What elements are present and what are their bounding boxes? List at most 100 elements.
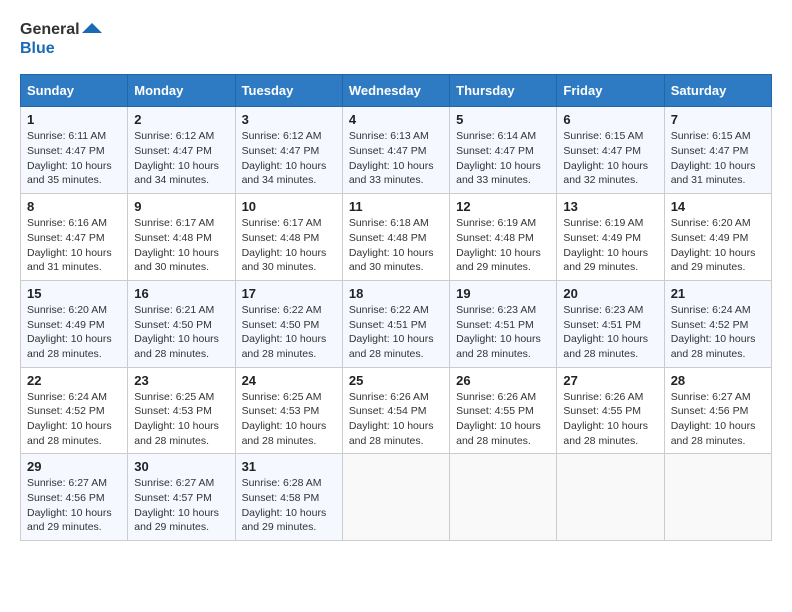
daylight-label: Daylight: 10 hours and 28 minutes. xyxy=(349,333,434,360)
day-info: Sunrise: 6:26 AM Sunset: 4:54 PM Dayligh… xyxy=(349,390,443,449)
sunrise-label: Sunrise: 6:27 AM xyxy=(134,477,214,489)
day-info: Sunrise: 6:17 AM Sunset: 4:48 PM Dayligh… xyxy=(134,216,228,275)
day-number: 7 xyxy=(671,112,765,127)
day-info: Sunrise: 6:23 AM Sunset: 4:51 PM Dayligh… xyxy=(456,303,550,362)
sunrise-label: Sunrise: 6:15 AM xyxy=(563,130,643,142)
day-info: Sunrise: 6:25 AM Sunset: 4:53 PM Dayligh… xyxy=(134,390,228,449)
sunrise-label: Sunrise: 6:17 AM xyxy=(242,217,322,229)
sunrise-label: Sunrise: 6:27 AM xyxy=(671,391,751,403)
day-info: Sunrise: 6:17 AM Sunset: 4:48 PM Dayligh… xyxy=(242,216,336,275)
sunset-label: Sunset: 4:49 PM xyxy=(563,232,641,244)
day-number: 30 xyxy=(134,459,228,474)
daylight-label: Daylight: 10 hours and 28 minutes. xyxy=(671,333,756,360)
sunset-label: Sunset: 4:47 PM xyxy=(671,145,749,157)
day-number: 12 xyxy=(456,199,550,214)
daylight-label: Daylight: 10 hours and 28 minutes. xyxy=(242,420,327,447)
day-number: 10 xyxy=(242,199,336,214)
day-number: 15 xyxy=(27,286,121,301)
sunrise-label: Sunrise: 6:13 AM xyxy=(349,130,429,142)
sunset-label: Sunset: 4:47 PM xyxy=(27,145,105,157)
daylight-label: Daylight: 10 hours and 28 minutes. xyxy=(134,420,219,447)
day-number: 3 xyxy=(242,112,336,127)
calendar-day-cell: 31 Sunrise: 6:28 AM Sunset: 4:58 PM Dayl… xyxy=(235,454,342,541)
sunrise-label: Sunrise: 6:20 AM xyxy=(671,217,751,229)
daylight-label: Daylight: 10 hours and 31 minutes. xyxy=(671,160,756,187)
daylight-label: Daylight: 10 hours and 29 minutes. xyxy=(671,247,756,274)
sunrise-label: Sunrise: 6:22 AM xyxy=(242,304,322,316)
day-number: 31 xyxy=(242,459,336,474)
calendar-day-cell: 20 Sunrise: 6:23 AM Sunset: 4:51 PM Dayl… xyxy=(557,280,664,367)
calendar-day-cell: 9 Sunrise: 6:17 AM Sunset: 4:48 PM Dayli… xyxy=(128,194,235,281)
sunrise-label: Sunrise: 6:20 AM xyxy=(27,304,107,316)
sunset-label: Sunset: 4:48 PM xyxy=(134,232,212,244)
logo: General Blue xyxy=(20,20,102,58)
day-number: 29 xyxy=(27,459,121,474)
daylight-label: Daylight: 10 hours and 28 minutes. xyxy=(456,420,541,447)
calendar-day-cell: 21 Sunrise: 6:24 AM Sunset: 4:52 PM Dayl… xyxy=(664,280,771,367)
day-info: Sunrise: 6:23 AM Sunset: 4:51 PM Dayligh… xyxy=(563,303,657,362)
calendar-day-cell xyxy=(342,454,449,541)
day-info: Sunrise: 6:20 AM Sunset: 4:49 PM Dayligh… xyxy=(27,303,121,362)
day-number: 1 xyxy=(27,112,121,127)
day-info: Sunrise: 6:19 AM Sunset: 4:49 PM Dayligh… xyxy=(563,216,657,275)
weekday-header-cell: Thursday xyxy=(450,75,557,107)
sunrise-label: Sunrise: 6:12 AM xyxy=(242,130,322,142)
day-number: 27 xyxy=(563,373,657,388)
daylight-label: Daylight: 10 hours and 34 minutes. xyxy=(134,160,219,187)
day-number: 6 xyxy=(563,112,657,127)
day-number: 16 xyxy=(134,286,228,301)
day-number: 22 xyxy=(27,373,121,388)
calendar-day-cell: 4 Sunrise: 6:13 AM Sunset: 4:47 PM Dayli… xyxy=(342,107,449,194)
calendar-day-cell: 16 Sunrise: 6:21 AM Sunset: 4:50 PM Dayl… xyxy=(128,280,235,367)
day-info: Sunrise: 6:11 AM Sunset: 4:47 PM Dayligh… xyxy=(27,129,121,188)
day-info: Sunrise: 6:22 AM Sunset: 4:50 PM Dayligh… xyxy=(242,303,336,362)
weekday-header-cell: Wednesday xyxy=(342,75,449,107)
day-info: Sunrise: 6:25 AM Sunset: 4:53 PM Dayligh… xyxy=(242,390,336,449)
calendar-day-cell: 8 Sunrise: 6:16 AM Sunset: 4:47 PM Dayli… xyxy=(21,194,128,281)
daylight-label: Daylight: 10 hours and 34 minutes. xyxy=(242,160,327,187)
day-number: 2 xyxy=(134,112,228,127)
daylight-label: Daylight: 10 hours and 28 minutes. xyxy=(349,420,434,447)
calendar-day-cell: 28 Sunrise: 6:27 AM Sunset: 4:56 PM Dayl… xyxy=(664,367,771,454)
daylight-label: Daylight: 10 hours and 30 minutes. xyxy=(349,247,434,274)
sunrise-label: Sunrise: 6:11 AM xyxy=(27,130,106,142)
sunrise-label: Sunrise: 6:19 AM xyxy=(456,217,536,229)
weekday-header-cell: Friday xyxy=(557,75,664,107)
day-info: Sunrise: 6:27 AM Sunset: 4:57 PM Dayligh… xyxy=(134,476,228,535)
sunrise-label: Sunrise: 6:26 AM xyxy=(349,391,429,403)
sunrise-label: Sunrise: 6:23 AM xyxy=(563,304,643,316)
day-number: 4 xyxy=(349,112,443,127)
sunset-label: Sunset: 4:53 PM xyxy=(134,405,212,417)
sunset-label: Sunset: 4:48 PM xyxy=(242,232,320,244)
sunset-label: Sunset: 4:47 PM xyxy=(134,145,212,157)
day-info: Sunrise: 6:14 AM Sunset: 4:47 PM Dayligh… xyxy=(456,129,550,188)
calendar-day-cell: 26 Sunrise: 6:26 AM Sunset: 4:55 PM Dayl… xyxy=(450,367,557,454)
sunrise-label: Sunrise: 6:15 AM xyxy=(671,130,751,142)
calendar-day-cell: 23 Sunrise: 6:25 AM Sunset: 4:53 PM Dayl… xyxy=(128,367,235,454)
sunrise-label: Sunrise: 6:28 AM xyxy=(242,477,322,489)
calendar-day-cell: 24 Sunrise: 6:25 AM Sunset: 4:53 PM Dayl… xyxy=(235,367,342,454)
calendar-day-cell: 15 Sunrise: 6:20 AM Sunset: 4:49 PM Dayl… xyxy=(21,280,128,367)
sunset-label: Sunset: 4:57 PM xyxy=(134,492,212,504)
day-number: 21 xyxy=(671,286,765,301)
calendar-day-cell: 29 Sunrise: 6:27 AM Sunset: 4:56 PM Dayl… xyxy=(21,454,128,541)
day-number: 28 xyxy=(671,373,765,388)
daylight-label: Daylight: 10 hours and 30 minutes. xyxy=(134,247,219,274)
sunrise-label: Sunrise: 6:21 AM xyxy=(134,304,214,316)
calendar-week-row: 15 Sunrise: 6:20 AM Sunset: 4:49 PM Dayl… xyxy=(21,280,772,367)
sunset-label: Sunset: 4:51 PM xyxy=(456,319,534,331)
sunset-label: Sunset: 4:47 PM xyxy=(27,232,105,244)
day-info: Sunrise: 6:26 AM Sunset: 4:55 PM Dayligh… xyxy=(563,390,657,449)
calendar-week-row: 29 Sunrise: 6:27 AM Sunset: 4:56 PM Dayl… xyxy=(21,454,772,541)
sunset-label: Sunset: 4:54 PM xyxy=(349,405,427,417)
sunrise-label: Sunrise: 6:25 AM xyxy=(242,391,322,403)
sunset-label: Sunset: 4:50 PM xyxy=(242,319,320,331)
sunset-label: Sunset: 4:52 PM xyxy=(671,319,749,331)
day-info: Sunrise: 6:12 AM Sunset: 4:47 PM Dayligh… xyxy=(134,129,228,188)
sunset-label: Sunset: 4:56 PM xyxy=(671,405,749,417)
day-info: Sunrise: 6:28 AM Sunset: 4:58 PM Dayligh… xyxy=(242,476,336,535)
calendar-day-cell: 7 Sunrise: 6:15 AM Sunset: 4:47 PM Dayli… xyxy=(664,107,771,194)
daylight-label: Daylight: 10 hours and 29 minutes. xyxy=(563,247,648,274)
calendar-day-cell: 3 Sunrise: 6:12 AM Sunset: 4:47 PM Dayli… xyxy=(235,107,342,194)
day-info: Sunrise: 6:24 AM Sunset: 4:52 PM Dayligh… xyxy=(671,303,765,362)
